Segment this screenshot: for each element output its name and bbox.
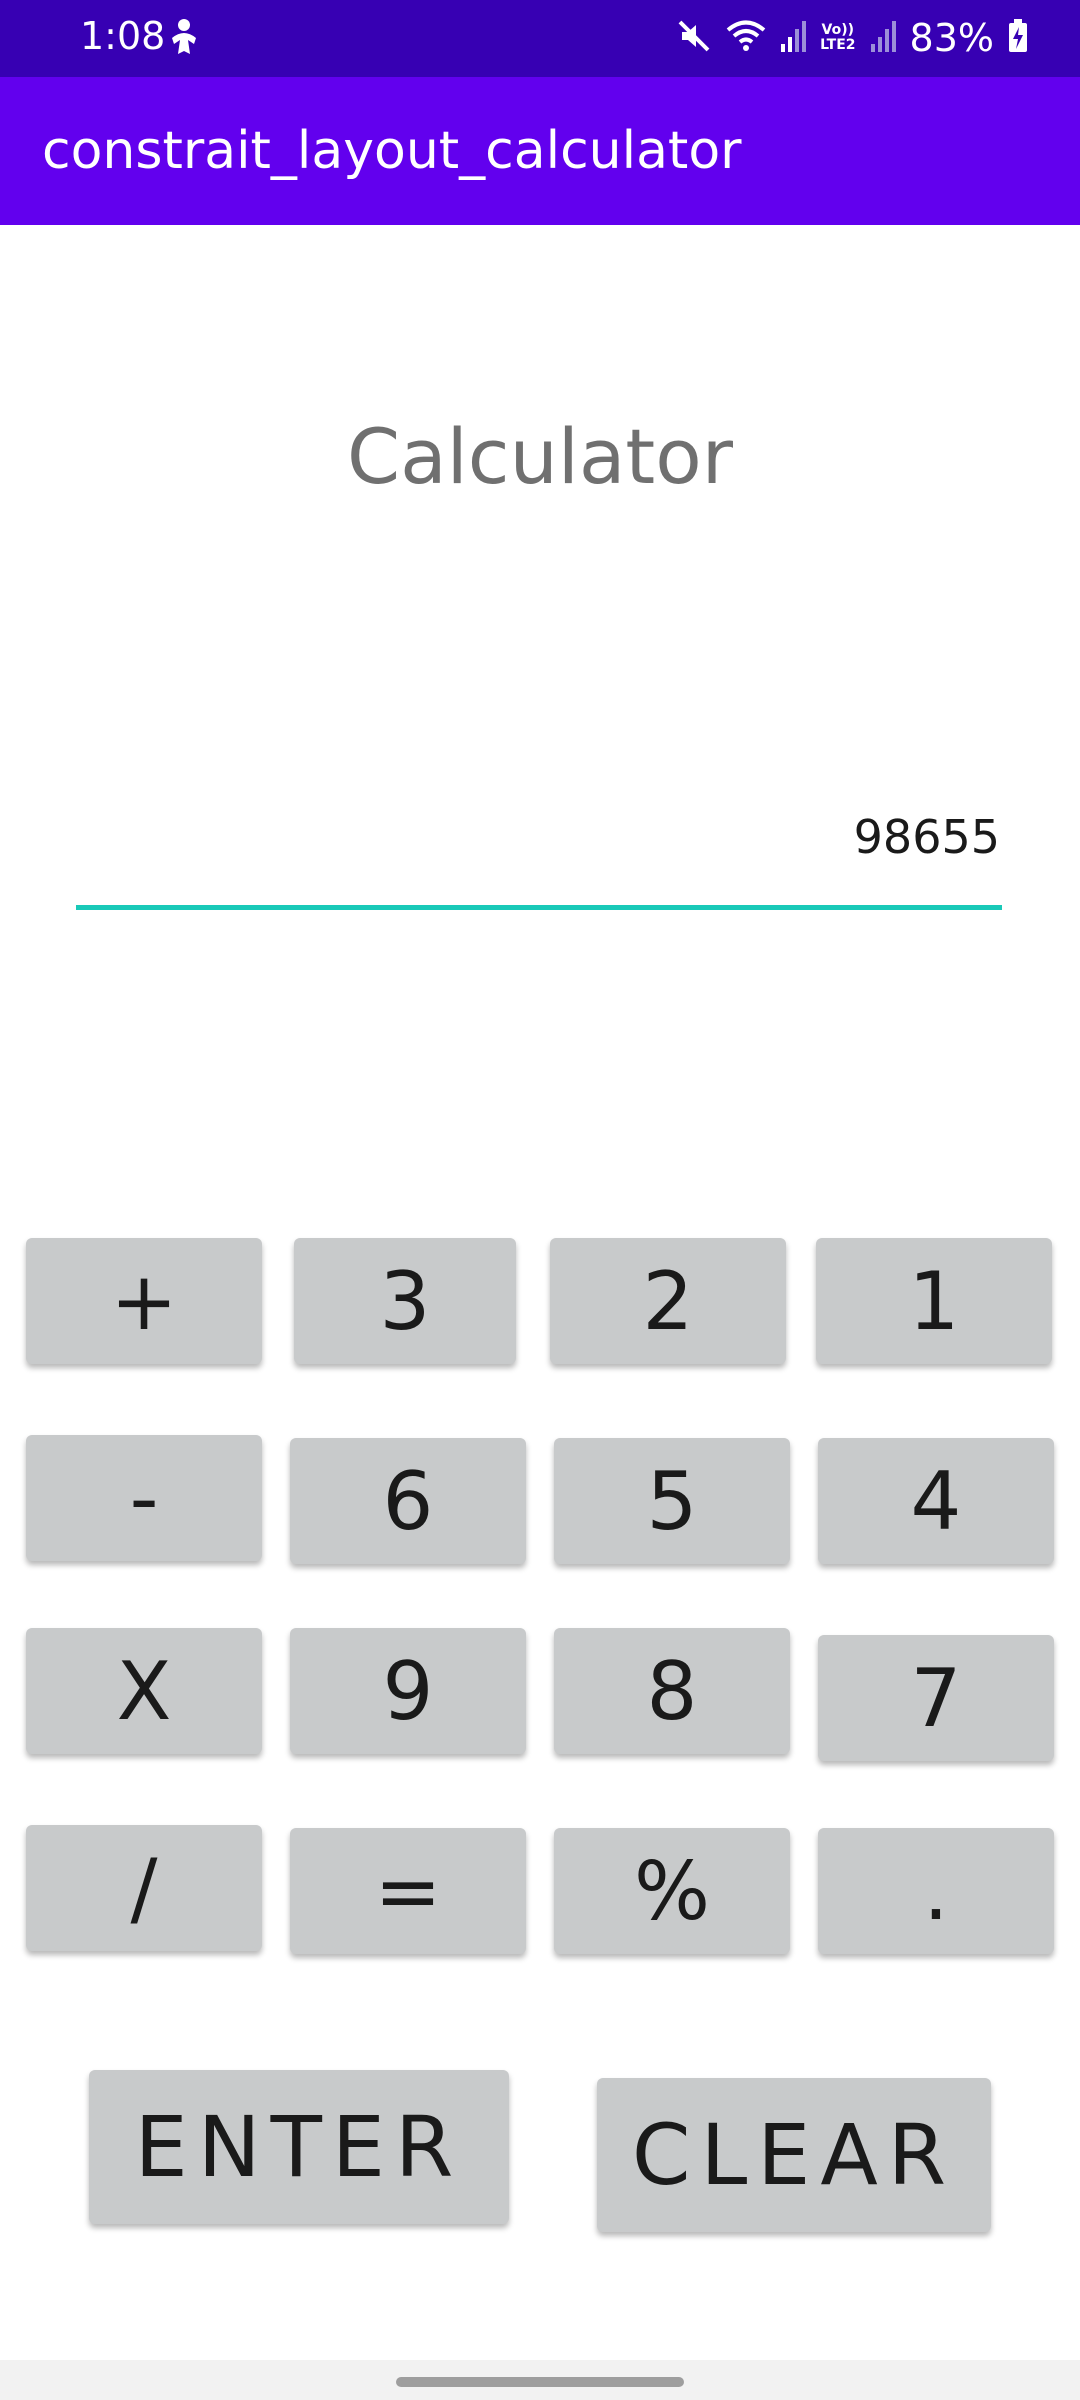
app-bar: constrait_layout_calculator (0, 77, 1080, 225)
battery-percent: 83% (909, 16, 994, 60)
one-button[interactable]: 1 (816, 1238, 1052, 1364)
volte-icon: Vo)) LTE2 (820, 22, 856, 53)
status-bar: 1:08 Vo)) LTE2 83% (0, 0, 1080, 77)
wifi-icon (726, 19, 766, 57)
eight-button[interactable]: 8 (554, 1628, 790, 1754)
nine-button[interactable]: 9 (290, 1628, 526, 1754)
six-button[interactable]: 6 (290, 1438, 526, 1564)
home-gesture-handle[interactable] (396, 2377, 684, 2387)
signal-icon (780, 20, 807, 56)
enter-button[interactable]: ENTER (89, 2070, 509, 2224)
five-button[interactable]: 5 (554, 1438, 790, 1564)
app-title: constrait_layout_calculator (42, 121, 742, 181)
person-icon (168, 18, 200, 60)
equals-button[interactable]: = (290, 1828, 526, 1954)
calculator-heading: Calculator (347, 412, 733, 501)
plus-button[interactable]: + (26, 1238, 262, 1364)
navigation-bar (0, 2360, 1080, 2400)
status-icons: Vo)) LTE2 83% (676, 14, 1028, 62)
mute-icon (676, 18, 712, 58)
signal-icon-2 (870, 20, 896, 56)
four-button[interactable]: 4 (818, 1438, 1054, 1564)
three-button[interactable]: 3 (294, 1238, 516, 1364)
number-input[interactable] (76, 790, 1002, 910)
decimal-button[interactable]: . (818, 1828, 1054, 1954)
seven-button[interactable]: 7 (818, 1635, 1054, 1761)
multiply-button[interactable]: X (26, 1628, 262, 1754)
battery-charging-icon (1008, 19, 1028, 57)
minus-button[interactable]: - (26, 1435, 262, 1561)
status-time: 1:08 (80, 14, 166, 58)
clear-button[interactable]: CLEAR (597, 2078, 991, 2232)
divide-button[interactable]: / (26, 1825, 262, 1951)
two-button[interactable]: 2 (550, 1238, 786, 1364)
percent-button[interactable]: % (554, 1828, 790, 1954)
